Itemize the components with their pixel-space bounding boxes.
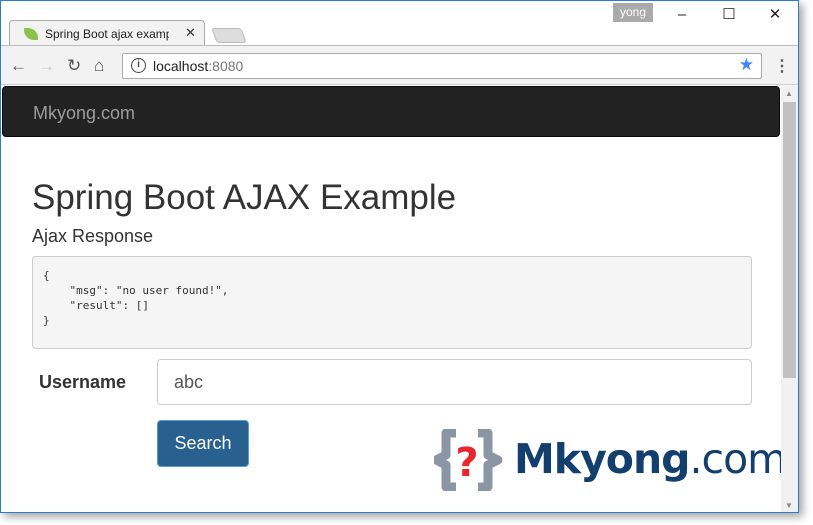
page-content: Mkyong.com Spring Boot AJAX Example Ajax… [1, 86, 787, 512]
scrollbar-thumb[interactable] [783, 102, 796, 378]
search-button[interactable]: Search [157, 420, 249, 467]
maximize-button[interactable]: ☐ [714, 5, 744, 25]
close-window-button[interactable]: ✕ [760, 5, 790, 25]
response-json: { "msg": "no user found!", "result": [] … [32, 256, 752, 349]
menu-icon[interactable]: ⋮ [774, 56, 790, 76]
info-icon[interactable]: i [131, 58, 146, 73]
tab-title: Spring Boot ajax example [45, 27, 169, 41]
logo-brace-icon: ? [431, 428, 503, 492]
new-tab-button[interactable] [211, 28, 247, 43]
url-host: localhost [153, 58, 209, 74]
url-port: :8080 [208, 58, 244, 74]
browser-toolbar: ← → ↻ ⌂ i localhost:8080 ★ ⋮ [1, 45, 798, 85]
scroll-down-icon[interactable]: ▼ [785, 501, 793, 510]
home-icon[interactable]: ⌂ [94, 56, 104, 76]
address-bar[interactable]: i localhost:8080 ★ [122, 53, 762, 79]
back-icon[interactable]: ← [10, 56, 27, 76]
reload-icon[interactable]: ↻ [67, 56, 81, 76]
title-bar: yong – ☐ ✕ Spring Boot ajax example ✕ [1, 1, 798, 46]
page-title: Spring Boot AJAX Example [32, 178, 457, 217]
logo-name: Mkyong [514, 435, 690, 483]
logo-suffix: .com [689, 435, 788, 483]
close-tab-icon[interactable]: ✕ [185, 25, 196, 41]
username-label: Username [39, 372, 127, 392]
svg-text:?: ? [455, 440, 478, 486]
scroll-up-icon[interactable]: ▲ [785, 89, 793, 98]
navbar: Mkyong.com [2, 86, 780, 137]
bookmark-star-icon[interactable]: ★ [739, 55, 754, 75]
mkyong-logo: ? Mkyong.com [431, 428, 787, 492]
browser-window: yong – ☐ ✕ Spring Boot ajax example ✕ ← … [0, 0, 799, 513]
navbar-brand[interactable]: Mkyong.com [33, 103, 135, 124]
minimize-button[interactable]: – [667, 5, 697, 25]
response-heading: Ajax Response [32, 226, 154, 246]
forward-icon[interactable]: → [38, 56, 55, 76]
profile-button[interactable]: yong [613, 3, 653, 22]
username-input[interactable] [157, 359, 752, 405]
vertical-scrollbar[interactable]: ▲ ▼ [781, 86, 798, 512]
